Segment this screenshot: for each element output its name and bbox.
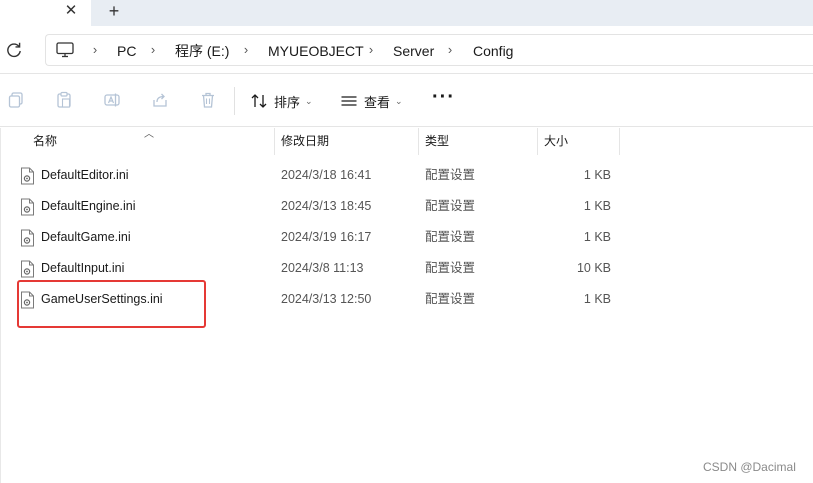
chevron-down-icon: ⌄ — [395, 95, 403, 106]
file-type: 配置设置 — [425, 292, 476, 306]
breadcrumb-chevron-icon[interactable]: › — [148, 42, 158, 58]
file-row[interactable]: DefaultEngine.ini 2024/3/13 18:45 配置设置 1… — [0, 191, 640, 222]
column-size-label: 大小 — [544, 134, 569, 148]
view-label: 查看 — [364, 94, 391, 110]
file-type: 配置设置 — [425, 168, 476, 182]
copy-icon[interactable] — [7, 91, 25, 109]
file-name: DefaultGame.ini — [41, 230, 131, 244]
breadcrumb-server[interactable]: Server — [393, 42, 434, 60]
file-row[interactable]: DefaultGame.ini 2024/3/19 16:17 配置设置 1 K… — [0, 222, 640, 253]
breadcrumb-chevron-icon[interactable]: › — [445, 42, 455, 58]
file-size: 1 KB — [583, 292, 611, 306]
file-modified: 2024/3/13 12:50 — [281, 292, 372, 306]
file-size: 1 KB — [583, 230, 611, 244]
more-options-icon[interactable]: ··· — [432, 87, 454, 111]
file-name: DefaultEngine.ini — [41, 199, 136, 213]
column-type-label: 类型 — [425, 134, 450, 148]
tab-strip: ✕ + — [0, 0, 813, 26]
column-modified-label: 修改日期 — [281, 134, 330, 148]
sort-label: 排序 — [274, 94, 301, 110]
watermark: CSDN @Dacimal — [703, 460, 796, 474]
sort-ascending-icon: ︿ — [144, 129, 154, 140]
file-modified: 2024/3/18 16:41 — [281, 168, 372, 182]
rename-icon[interactable] — [103, 91, 121, 109]
computer-icon — [56, 42, 74, 58]
file-modified: 2024/3/19 16:17 — [281, 230, 372, 244]
file-type: 配置设置 — [425, 199, 476, 213]
sort-button[interactable]: 排序 ⌄ — [250, 89, 313, 113]
file-type: 配置设置 — [425, 230, 476, 244]
breadcrumb-config[interactable]: Config — [473, 42, 513, 60]
delete-icon[interactable] — [199, 91, 217, 109]
paste-icon[interactable] — [55, 91, 73, 109]
chevron-down-icon: ⌄ — [305, 95, 313, 106]
breadcrumb-chevron-icon[interactable]: › — [366, 42, 376, 58]
address-bar[interactable]: › PC › 程序 (E:) › MYUEOBJECT › Server › C… — [45, 34, 813, 66]
share-icon[interactable] — [151, 91, 169, 109]
file-modified: 2024/3/13 18:45 — [281, 199, 372, 213]
command-bar: 排序 ⌄ 查看 ⌄ ··· — [0, 75, 813, 127]
file-size: 10 KB — [576, 261, 611, 275]
breadcrumb-chevron-icon[interactable]: › — [90, 42, 100, 58]
config-file-icon — [21, 198, 34, 216]
column-headers: 名称 ︿ 修改日期 类型 大小 — [0, 128, 813, 155]
breadcrumb-pc[interactable]: PC — [117, 42, 136, 60]
view-button[interactable]: 查看 ⌄ — [340, 89, 403, 113]
view-icon — [341, 96, 357, 106]
config-file-icon — [21, 229, 34, 247]
breadcrumb-drive[interactable]: 程序 (E:) — [175, 42, 229, 60]
new-tab-icon[interactable]: + — [104, 1, 124, 21]
breadcrumb-chevron-icon[interactable]: › — [241, 42, 251, 58]
column-header-type[interactable]: 类型 — [419, 128, 538, 155]
highlight-annotation — [17, 280, 206, 328]
breadcrumb-project[interactable]: MYUEOBJECT — [268, 42, 364, 60]
active-tab[interactable]: ✕ — [0, 0, 91, 26]
config-file-icon — [21, 167, 34, 185]
file-type: 配置设置 — [425, 261, 476, 275]
file-row[interactable]: DefaultEditor.ini 2024/3/18 16:41 配置设置 1… — [0, 160, 640, 191]
file-size: 1 KB — [583, 199, 611, 213]
file-modified: 2024/3/8 11:13 — [281, 261, 364, 275]
column-name-label: 名称 — [33, 134, 58, 148]
config-file-icon — [21, 260, 34, 278]
close-tab-icon[interactable]: ✕ — [62, 2, 80, 20]
file-name: DefaultEditor.ini — [41, 168, 129, 182]
column-header-modified[interactable]: 修改日期 — [275, 128, 419, 155]
column-header-size[interactable]: 大小 — [538, 128, 620, 155]
refresh-icon[interactable] — [4, 40, 24, 60]
navigation-bar: › PC › 程序 (E:) › MYUEOBJECT › Server › C… — [0, 26, 813, 74]
sort-icon — [251, 94, 267, 108]
command-divider — [234, 87, 235, 115]
file-size: 1 KB — [583, 168, 611, 182]
